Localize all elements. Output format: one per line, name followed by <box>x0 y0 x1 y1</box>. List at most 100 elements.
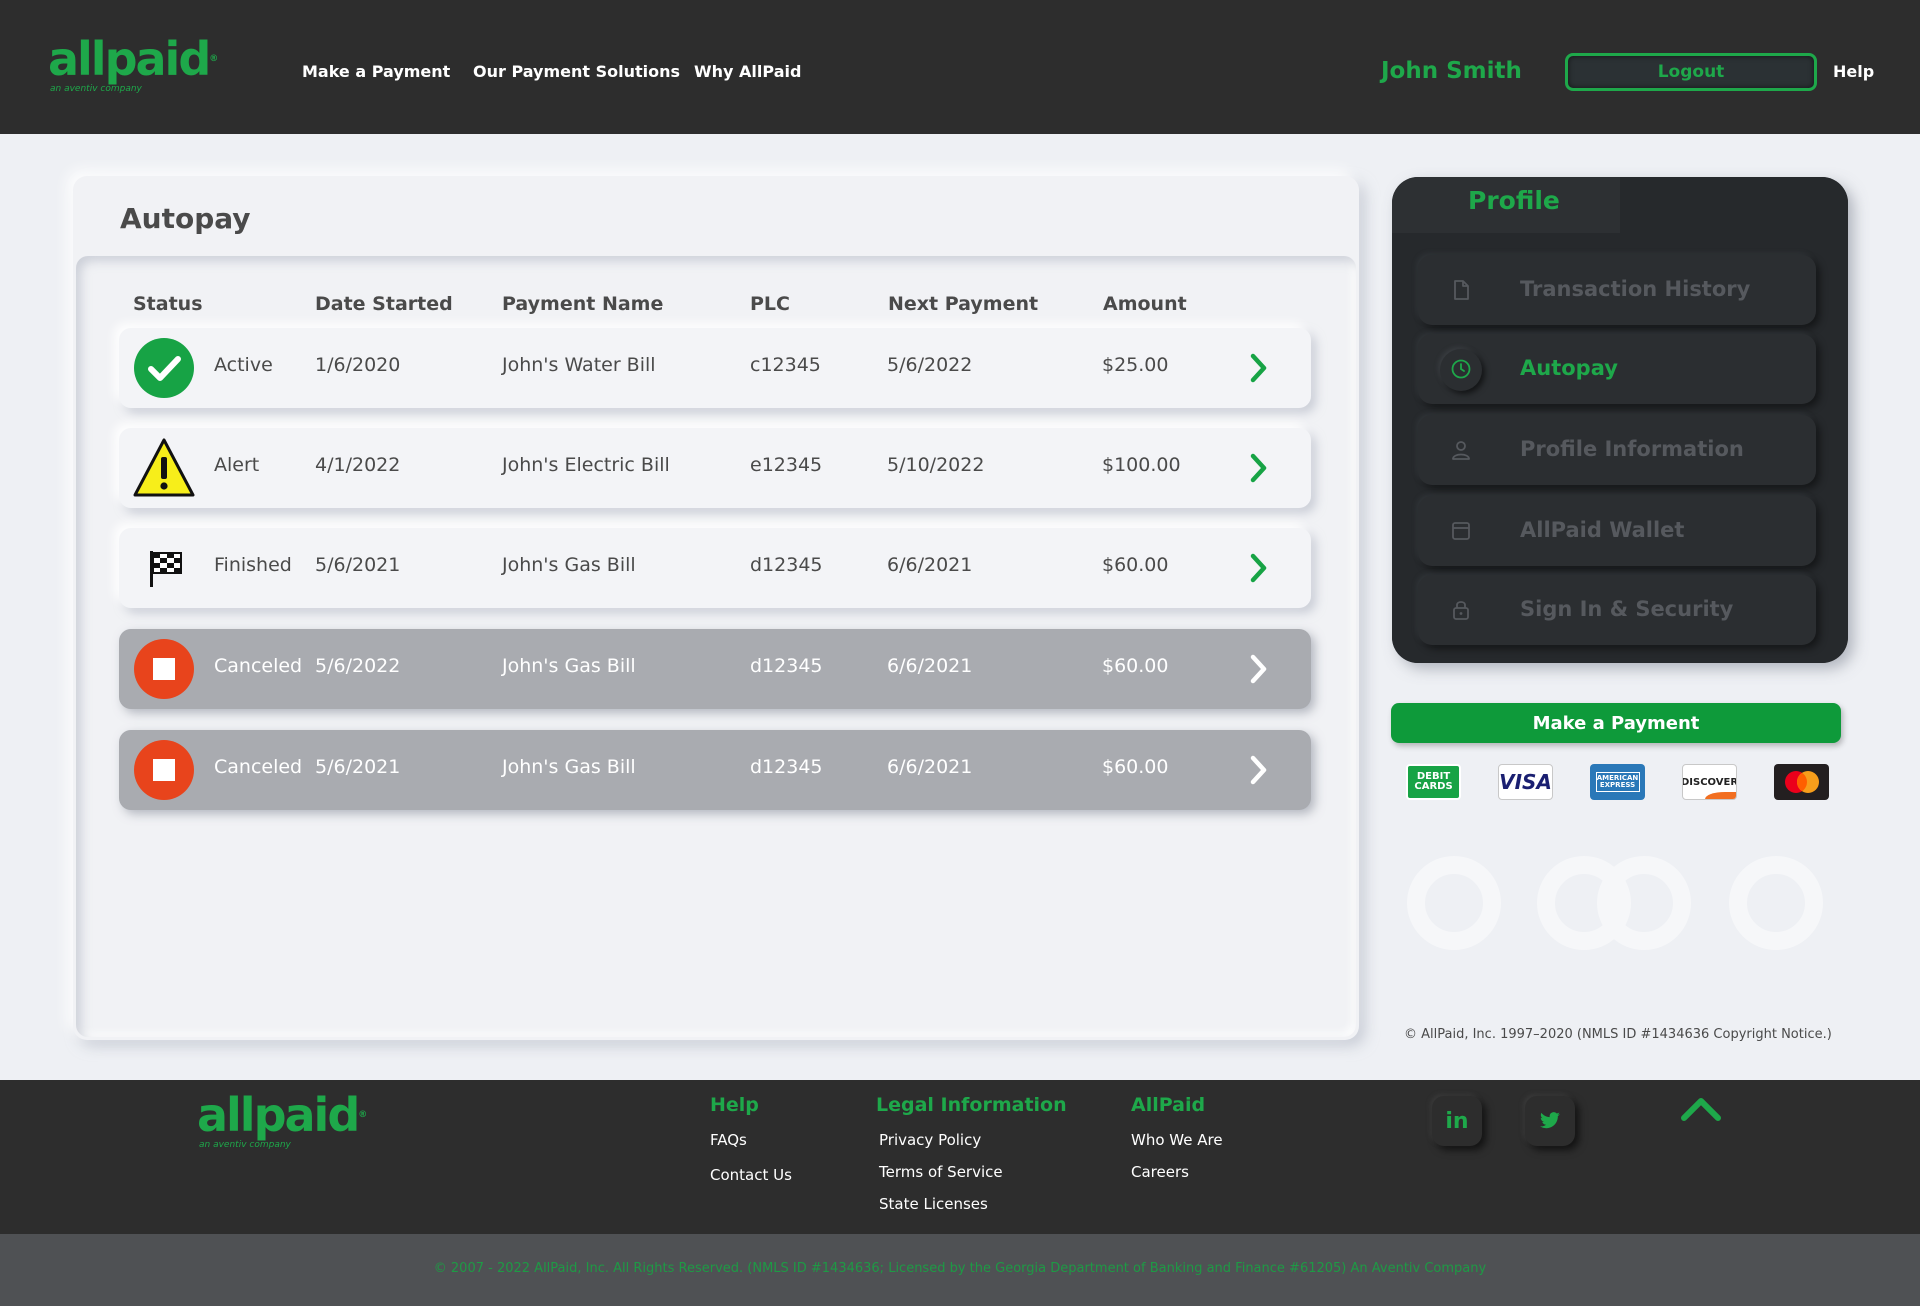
sidebar-item-profile-information[interactable]: Profile Information <box>1418 415 1816 485</box>
footer-link-careers[interactable]: Careers <box>1131 1163 1189 1181</box>
debit-cards-logo: DEBIT CARDS <box>1406 764 1461 800</box>
date-started: 5/6/2022 <box>315 655 401 677</box>
chevron-right-icon[interactable] <box>1249 452 1269 484</box>
footer-allpaid-logo[interactable]: allpaid® an aventiv company <box>197 1092 367 1150</box>
status-label: Active <box>214 354 273 376</box>
sidebar-item-autopay[interactable]: Autopay <box>1418 334 1816 404</box>
footer-link-state-licenses[interactable]: State Licenses <box>879 1195 988 1213</box>
next-payment: 6/6/2021 <box>887 554 973 576</box>
sidebar-item-transaction-history[interactable]: Transaction History <box>1418 255 1816 325</box>
table-row[interactable]: Alert 4/1/2022 John's Electric Bill e123… <box>119 428 1311 508</box>
footer-link-contact-us[interactable]: Contact Us <box>710 1166 792 1184</box>
next-payment: 5/10/2022 <box>887 454 985 476</box>
footer-logo-wordmark: allpaid <box>197 1088 360 1142</box>
american-express-text: AMERICAN EXPRESS <box>1595 772 1640 792</box>
twitter-button[interactable] <box>1525 1096 1575 1146</box>
sidebar-item-label: AllPaid Wallet <box>1520 518 1685 542</box>
sidebar-item-allpaid-wallet[interactable]: AllPaid Wallet <box>1418 496 1816 566</box>
copyright-notice: © AllPaid, Inc. 1997–2020 (NMLS ID #1434… <box>1404 1027 1832 1042</box>
twitter-icon <box>1540 1112 1560 1129</box>
warning-icon <box>133 438 195 497</box>
debit-cards-text: DEBIT CARDS <box>1414 771 1453 792</box>
nav-why-allpaid[interactable]: Why AllPaid <box>694 62 801 81</box>
sidebar-item-sign-in-security[interactable]: Sign In & Security <box>1418 575 1816 645</box>
status-label: Canceled <box>214 756 303 778</box>
stop-icon <box>134 639 194 699</box>
clock-icon <box>1451 359 1471 379</box>
chevron-right-icon[interactable] <box>1249 754 1269 786</box>
visa-logo: VISA <box>1498 764 1553 800</box>
footer-heading-help: Help <box>710 1094 759 1116</box>
plc: c12345 <box>750 354 821 376</box>
footer-link-terms-of-service[interactable]: Terms of Service <box>879 1163 1003 1181</box>
plc: d12345 <box>750 554 823 576</box>
american-express-logo: AMERICAN EXPRESS <box>1590 764 1645 800</box>
table-row[interactable]: Canceled 5/6/2021 John's Gas Bill d12345… <box>119 730 1311 810</box>
plc: e12345 <box>750 454 823 476</box>
next-payment: 5/6/2022 <box>887 354 973 376</box>
allpaid-logo[interactable]: allpaid® an aventiv company <box>48 36 218 94</box>
amount: $60.00 <box>1102 655 1169 677</box>
column-header-date-started: Date Started <box>315 293 453 315</box>
profile-tab-background <box>1620 177 1848 233</box>
nav-make-a-payment[interactable]: Make a Payment <box>302 62 450 81</box>
linkedin-button[interactable]: in <box>1432 1096 1482 1146</box>
footer-link-who-we-are[interactable]: Who We Are <box>1131 1131 1223 1149</box>
sidebar-item-label: Autopay <box>1520 356 1618 380</box>
top-header: allpaid® an aventiv company Make a Payme… <box>0 0 1920 134</box>
sidebar-item-label: Sign In & Security <box>1520 597 1734 621</box>
chevron-right-icon[interactable] <box>1249 552 1269 584</box>
chevron-right-icon[interactable] <box>1249 352 1269 384</box>
table-row[interactable]: Active 1/6/2020 John's Water Bill c12345… <box>119 328 1311 408</box>
user-name: John Smith <box>1381 58 1522 84</box>
discover-logo: DISCOVER <box>1682 764 1737 800</box>
sidebar-item-label: Profile Information <box>1520 437 1744 461</box>
payment-name: John's Gas Bill <box>502 554 636 576</box>
help-link[interactable]: Help <box>1833 62 1874 81</box>
logout-button[interactable]: Logout <box>1565 53 1817 91</box>
date-started: 1/6/2020 <box>315 354 401 376</box>
date-started: 4/1/2022 <box>315 454 401 476</box>
profile-title: Profile <box>1468 186 1560 215</box>
check-circle-icon <box>134 338 194 398</box>
next-payment: 6/6/2021 <box>887 655 973 677</box>
decorative-circles <box>1407 855 1826 951</box>
page-title: Autopay <box>120 202 251 235</box>
next-payment: 6/6/2021 <box>887 756 973 778</box>
plc: d12345 <box>750 655 823 677</box>
status-label: Canceled <box>214 655 303 677</box>
amount: $100.00 <box>1102 454 1181 476</box>
amount: $60.00 <box>1102 554 1169 576</box>
discover-text: DISCOVER <box>1682 776 1737 788</box>
column-header-status: Status <box>133 293 203 315</box>
status-label: Alert <box>214 454 260 476</box>
chevron-up-icon[interactable] <box>1680 1094 1722 1124</box>
lock-icon <box>1453 601 1469 620</box>
column-header-next-payment: Next Payment <box>888 293 1039 315</box>
nav-payment-solutions[interactable]: Our Payment Solutions <box>473 62 680 81</box>
footer-link-privacy-policy[interactable]: Privacy Policy <box>879 1131 981 1149</box>
logo-wordmark: allpaid <box>48 32 211 86</box>
footer-legal-text: © 2007 - 2022 AllPaid, Inc. All Rights R… <box>433 1261 1487 1276</box>
mastercard-icon <box>1784 771 1819 793</box>
make-a-payment-button[interactable]: Make a Payment <box>1391 703 1841 743</box>
date-started: 5/6/2021 <box>315 756 401 778</box>
payment-name: John's Water Bill <box>502 354 656 376</box>
footer-heading-allpaid: AllPaid <box>1131 1094 1206 1116</box>
footer-link-faqs[interactable]: FAQs <box>710 1131 747 1149</box>
table-row[interactable]: Finished 5/6/2021 John's Gas Bill d12345… <box>119 528 1311 608</box>
payment-name: John's Electric Bill <box>502 454 670 476</box>
stop-icon <box>134 740 194 800</box>
linkedin-icon: in <box>1445 1108 1469 1134</box>
mastercard-logo <box>1774 764 1829 800</box>
checkered-flag-icon <box>150 551 182 587</box>
plc: d12345 <box>750 756 823 778</box>
date-started: 5/6/2021 <box>315 554 401 576</box>
document-icon <box>1454 280 1469 300</box>
wallet-icon <box>1452 522 1470 540</box>
column-header-plc: PLC <box>750 293 790 315</box>
chevron-right-icon[interactable] <box>1249 653 1269 685</box>
visa-text: VISA <box>1499 770 1552 794</box>
table-row[interactable]: Canceled 5/6/2022 John's Gas Bill d12345… <box>119 629 1311 709</box>
payment-name: John's Gas Bill <box>502 655 636 677</box>
